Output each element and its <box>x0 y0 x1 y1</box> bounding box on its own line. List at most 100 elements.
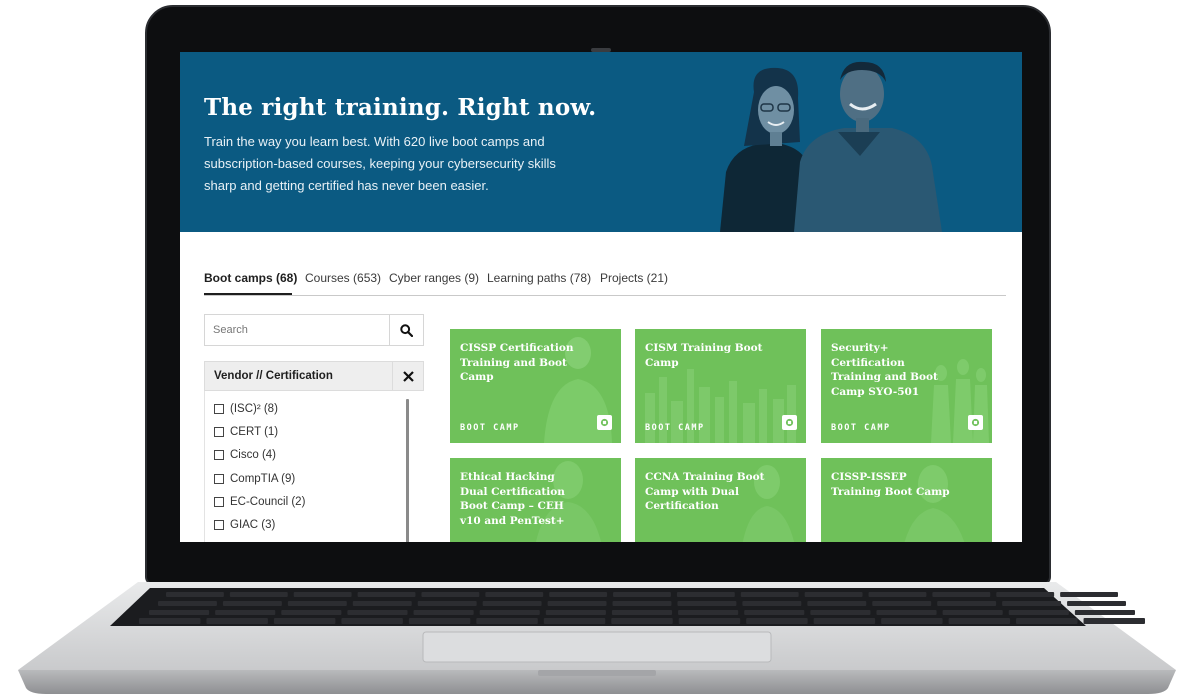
keyboard-key <box>937 601 997 606</box>
keyboard-key <box>742 601 802 606</box>
course-card-cissp-issep[interactable]: CISSP-ISSEP Training Boot Camp <box>821 458 992 542</box>
keyboard-key <box>149 610 210 615</box>
card-title: CCNA Training Boot Camp with Dual Certif… <box>645 471 765 512</box>
filter-option-cisco[interactable]: Cisco (4) <box>214 445 276 465</box>
keyboard-key <box>1067 601 1126 606</box>
keyboard-key <box>804 592 863 597</box>
keyboard-key <box>545 610 606 615</box>
keyboard-key <box>476 618 538 624</box>
course-card-security-plus[interactable]: Security+ Certification Training and Boo… <box>821 329 992 443</box>
keyboard-key <box>408 618 471 624</box>
keyboard-key <box>166 592 224 597</box>
active-tab-indicator <box>204 293 292 295</box>
tab-cyber-ranges[interactable]: Cyber ranges (9) <box>389 271 479 285</box>
tab-learning-paths[interactable]: Learning paths (78) <box>487 271 591 285</box>
keyboard-key <box>813 618 876 624</box>
search-box <box>204 314 424 346</box>
card-type-tag: BOOT CAMP <box>460 423 520 433</box>
keyboard-key <box>222 601 282 606</box>
keyboard-key <box>479 610 540 615</box>
keyboard-key <box>229 592 288 597</box>
keyboard-key <box>613 592 671 597</box>
keyboard-key <box>543 618 606 624</box>
laptop-base <box>18 582 1176 694</box>
keyboard-key <box>158 601 217 606</box>
trackpad <box>422 631 772 663</box>
filter-option-comptia[interactable]: CompTIA (9) <box>214 469 295 489</box>
tab-courses[interactable]: Courses (653) <box>305 271 381 285</box>
hero-people-image <box>720 52 1022 232</box>
checkbox[interactable] <box>214 427 224 437</box>
course-card-cism[interactable]: CISM Training Boot Camp BOOT CAMP <box>635 329 806 443</box>
card-type-tag: BOOT CAMP <box>831 423 891 433</box>
course-type-badge <box>968 415 983 430</box>
keyboard-key <box>740 592 799 597</box>
vendor-filter-list: (ISC)² (8) CERT (1) Cisco (4) CompTIA (9… <box>204 391 424 542</box>
hero-banner: The right training. Right now. Train the… <box>180 52 1022 232</box>
filter-option-cert[interactable]: CERT (1) <box>214 422 278 442</box>
filter-option-label: GIAC (3) <box>230 519 276 531</box>
keyboard-key <box>872 601 932 606</box>
card-title: CISSP Certification Training and Boot Ca… <box>460 342 574 383</box>
keyboard-key <box>206 618 268 624</box>
keyboard-key <box>678 610 739 615</box>
filter-scrollbar[interactable] <box>406 399 409 542</box>
filter-option-label: CompTIA (9) <box>230 473 296 485</box>
keyboard-key <box>1016 618 1078 624</box>
keyboard-key <box>273 618 336 624</box>
checkbox[interactable] <box>214 520 224 530</box>
search-icon <box>400 323 413 337</box>
keyboard-key <box>881 618 943 624</box>
keyboard-key <box>293 592 352 597</box>
keyboard-key <box>547 601 607 606</box>
checkbox[interactable] <box>214 450 224 460</box>
checkbox[interactable] <box>214 474 224 484</box>
tab-boot-camps[interactable]: Boot camps (68) <box>204 271 297 285</box>
course-card-ccna[interactable]: CCNA Training Boot Camp with Dual Certif… <box>635 458 806 542</box>
keyboard-key <box>1008 610 1069 615</box>
vendor-filter-header: Vendor // Certification <box>204 361 424 391</box>
keyboard-key <box>612 601 672 606</box>
card-title: CISM Training Boot Camp <box>645 342 763 369</box>
course-card-cissp[interactable]: CISSP Certification Training and Boot Ca… <box>450 329 621 443</box>
keyboard-key <box>678 618 741 624</box>
checkbox[interactable] <box>214 404 224 414</box>
search-input[interactable] <box>205 315 391 345</box>
keyboard-key <box>287 601 347 606</box>
close-icon <box>402 370 414 382</box>
filter-option-giac[interactable]: GIAC (3) <box>214 515 275 535</box>
checkbox[interactable] <box>214 497 224 507</box>
boot-camp-icon <box>971 418 980 427</box>
filter-option-ec-council[interactable]: EC-Council (2) <box>214 492 305 512</box>
browser-screen: The right training. Right now. Train the… <box>180 52 1022 542</box>
keyboard-key <box>611 610 673 615</box>
keyboard-key <box>352 601 412 606</box>
course-card-grid: CISSP Certification Training and Boot Ca… <box>438 318 1006 542</box>
keyboard-key <box>482 601 542 606</box>
keyboard-key <box>932 592 991 597</box>
filter-close-button[interactable] <box>392 362 423 390</box>
card-title: Ethical Hacking Dual Certification Boot … <box>460 471 565 527</box>
keyboard-key <box>357 592 416 597</box>
keyboard-key <box>549 592 608 597</box>
keyboard-key <box>139 618 201 624</box>
card-title: CISSP-ISSEP Training Boot Camp <box>831 471 950 498</box>
keyboard-key <box>1074 610 1135 615</box>
keyboard-key <box>676 592 735 597</box>
keyboard-key <box>807 601 867 606</box>
keyboard-key <box>744 610 805 615</box>
keyboard-key <box>281 610 342 615</box>
keyboard-key <box>417 601 477 606</box>
keyboard-key <box>868 592 927 597</box>
keyboard-key <box>876 610 937 615</box>
keyboard-key <box>347 610 408 615</box>
keyboard-key <box>948 618 1011 624</box>
search-button[interactable] <box>389 315 423 345</box>
filter-option-label: (ISC)² (8) <box>230 403 278 415</box>
keyboard-key <box>1002 601 1062 606</box>
filter-option-label: EC-Council (2) <box>230 496 306 508</box>
filter-option-isc2[interactable]: (ISC)² (8) <box>214 399 278 419</box>
course-card-ethical-hacking[interactable]: Ethical Hacking Dual Certification Boot … <box>450 458 621 542</box>
tab-projects[interactable]: Projects (21) <box>600 271 668 285</box>
boot-camp-icon <box>785 418 794 427</box>
